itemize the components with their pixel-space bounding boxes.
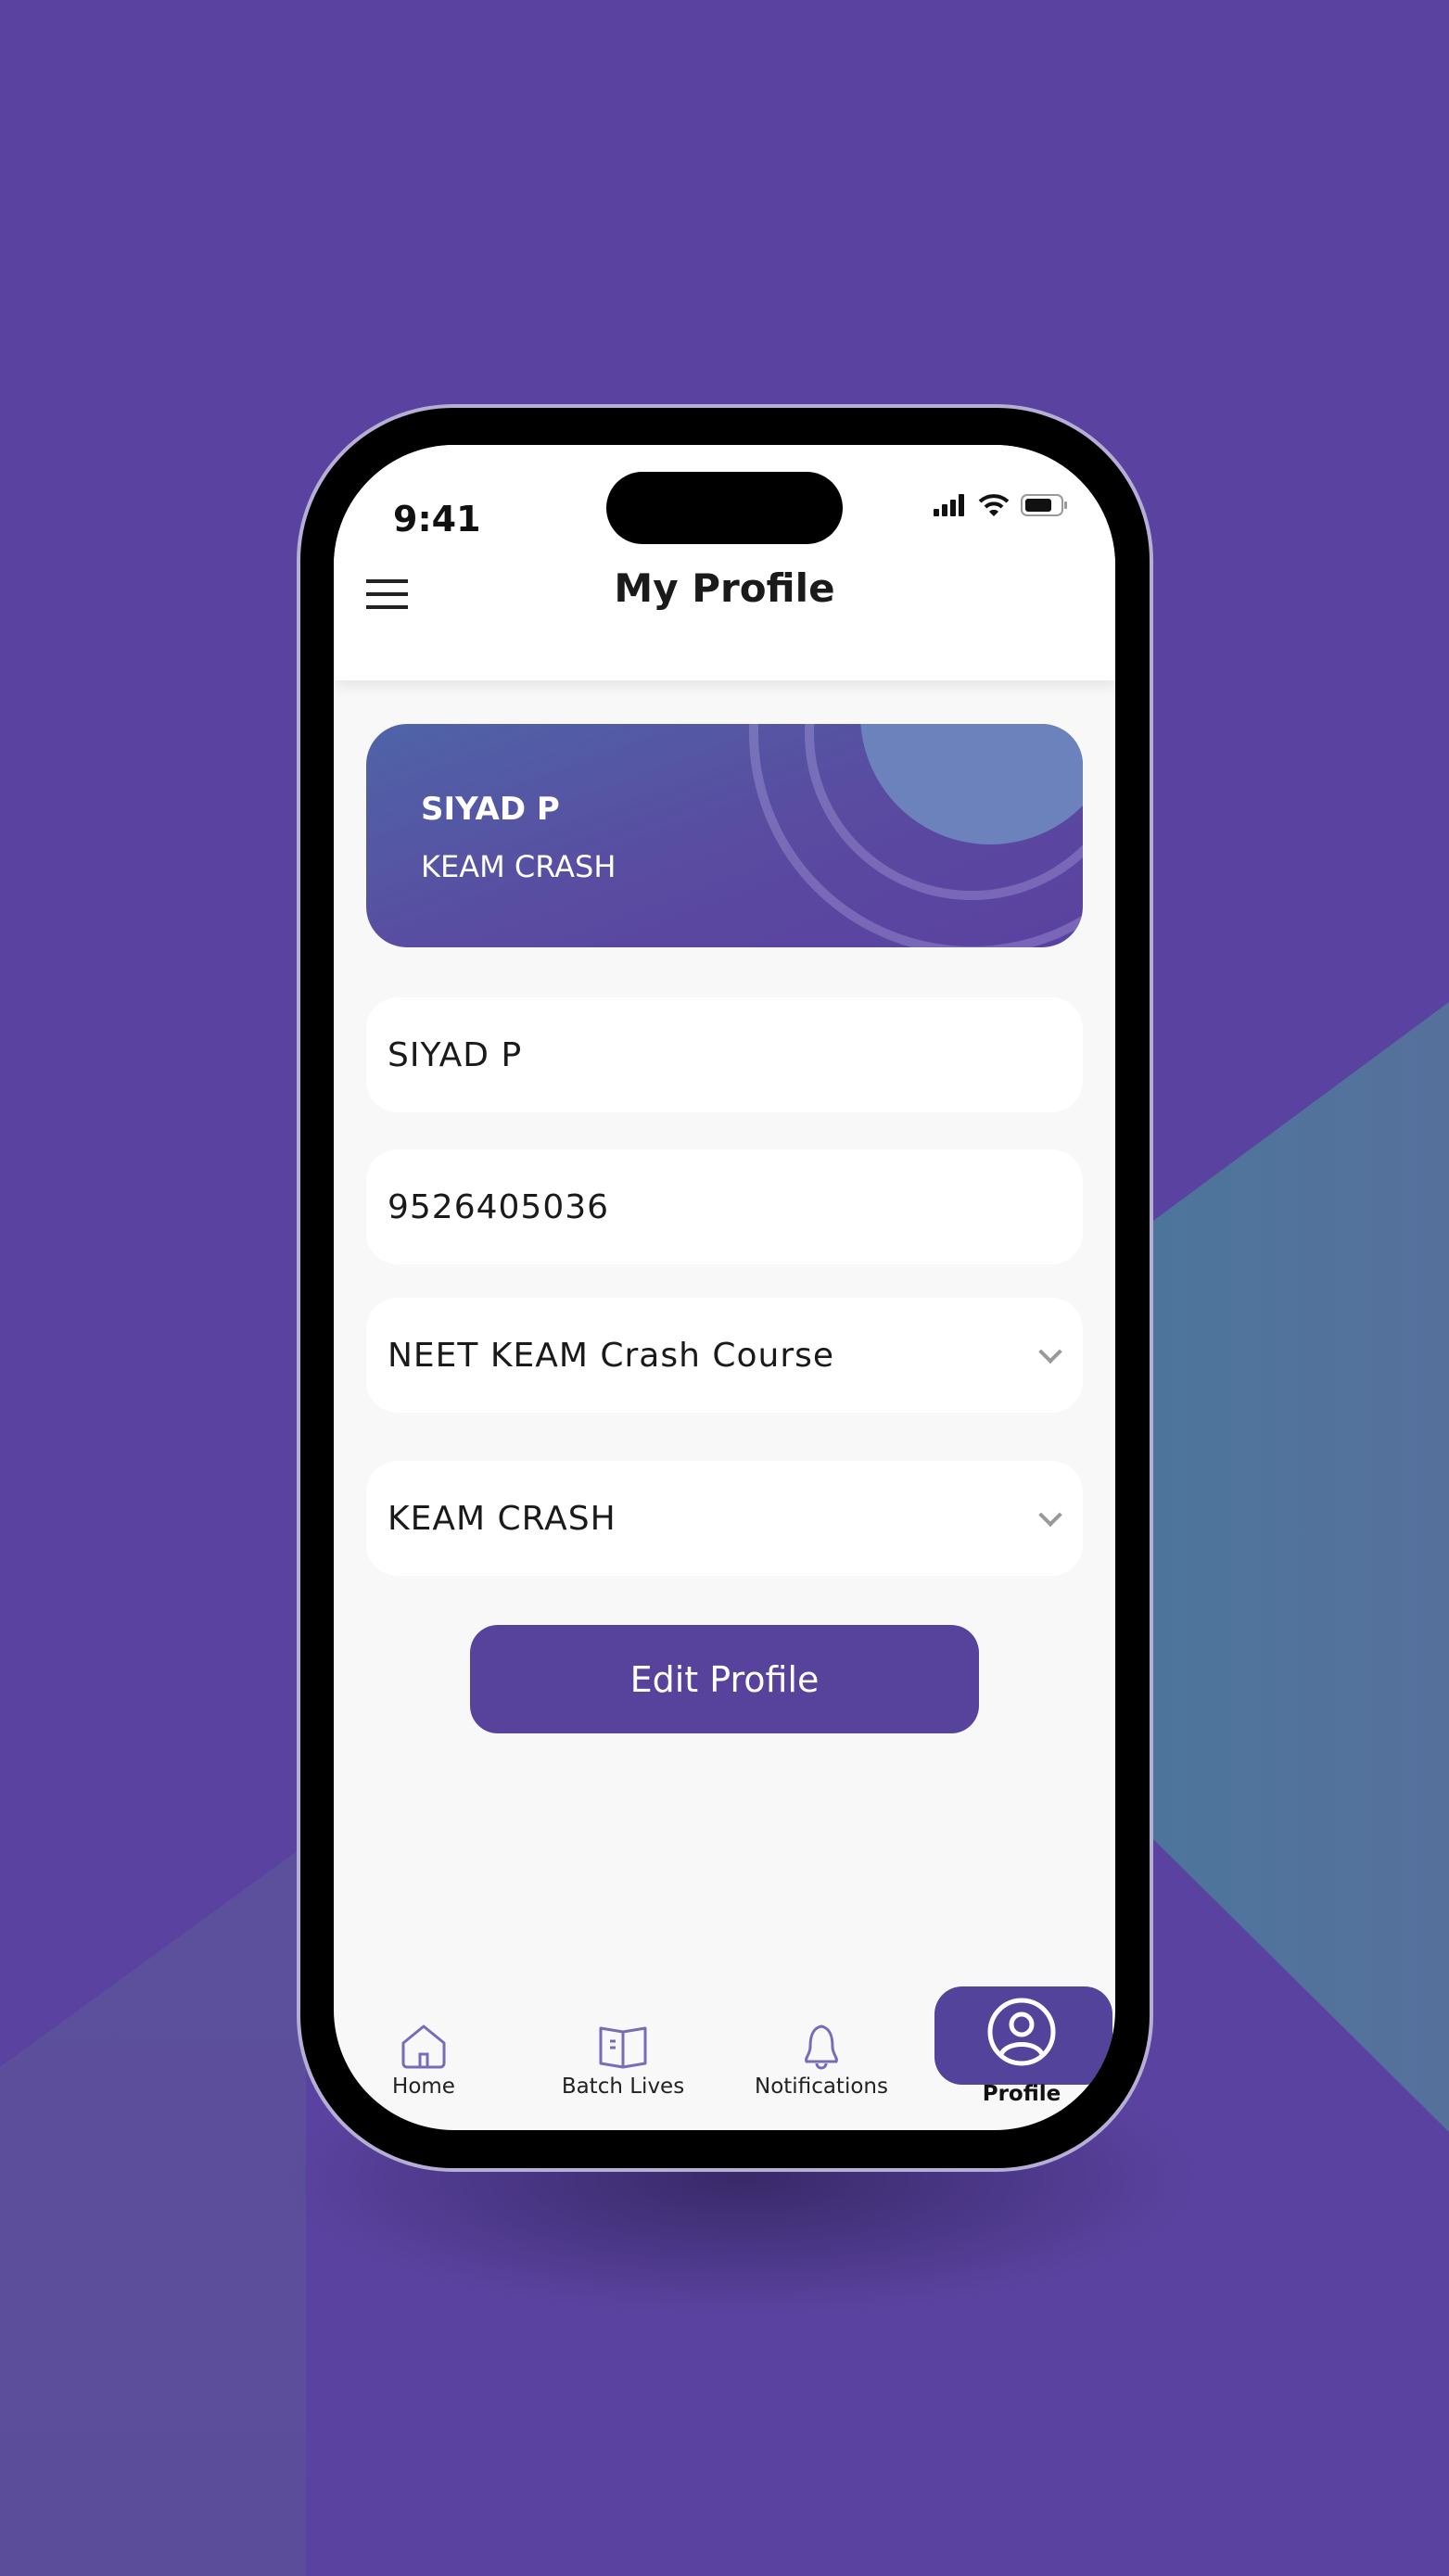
card-course: KEAM CRASH [421,849,616,884]
profile-summary-card: SIYAD P KEAM CRASH [366,724,1083,947]
dynamic-island [606,472,843,544]
nav-notifications-label: Notifications [755,2075,888,2099]
chevron-down-icon [1038,1339,1062,1364]
nav-home-label: Home [392,2075,455,2099]
chevron-down-icon [1038,1503,1062,1528]
bell-icon [805,2024,838,2070]
home-icon [401,2024,446,2069]
nav-batch-lives-label: Batch Lives [561,2075,685,2099]
phone-field[interactable]: 9526405036 [366,1149,1083,1264]
program-value: NEET KEAM Crash Course [388,1336,835,1375]
card-name: SIYAD P [421,791,560,828]
nav-profile[interactable]: Profile [929,1995,1114,2106]
signal-icon [934,494,964,516]
program-select[interactable]: NEET KEAM Crash Course [366,1298,1083,1413]
nav-profile-label: Profile [982,2082,1061,2106]
status-time: 9:41 [393,499,481,539]
phone-frame: 9:41 My Profile SIYAD P KEAM CRASH SIYAD… [300,408,1150,2168]
name-value: SIYAD P [388,1035,523,1074]
page-title: My Profile [614,565,835,611]
nav-home[interactable]: Home [334,2021,516,2099]
wifi-icon [978,494,1010,516]
edit-profile-button[interactable]: Edit Profile [470,1625,979,1733]
batch-value: KEAM CRASH [388,1499,616,1538]
book-icon [599,2026,647,2069]
app-screen: 9:41 My Profile SIYAD P KEAM CRASH SIYAD… [334,445,1115,2130]
user-circle-icon [987,1998,1056,2066]
name-field[interactable]: SIYAD P [366,997,1083,1112]
status-icons [934,493,1069,517]
nav-notifications[interactable]: Notifications [729,2021,914,2099]
batch-select[interactable]: KEAM CRASH [366,1461,1083,1576]
battery-icon [1021,494,1067,516]
app-header: 9:41 My Profile [334,445,1115,680]
phone-value: 9526405036 [388,1187,610,1226]
nav-batch-lives[interactable]: Batch Lives [530,2021,716,2099]
